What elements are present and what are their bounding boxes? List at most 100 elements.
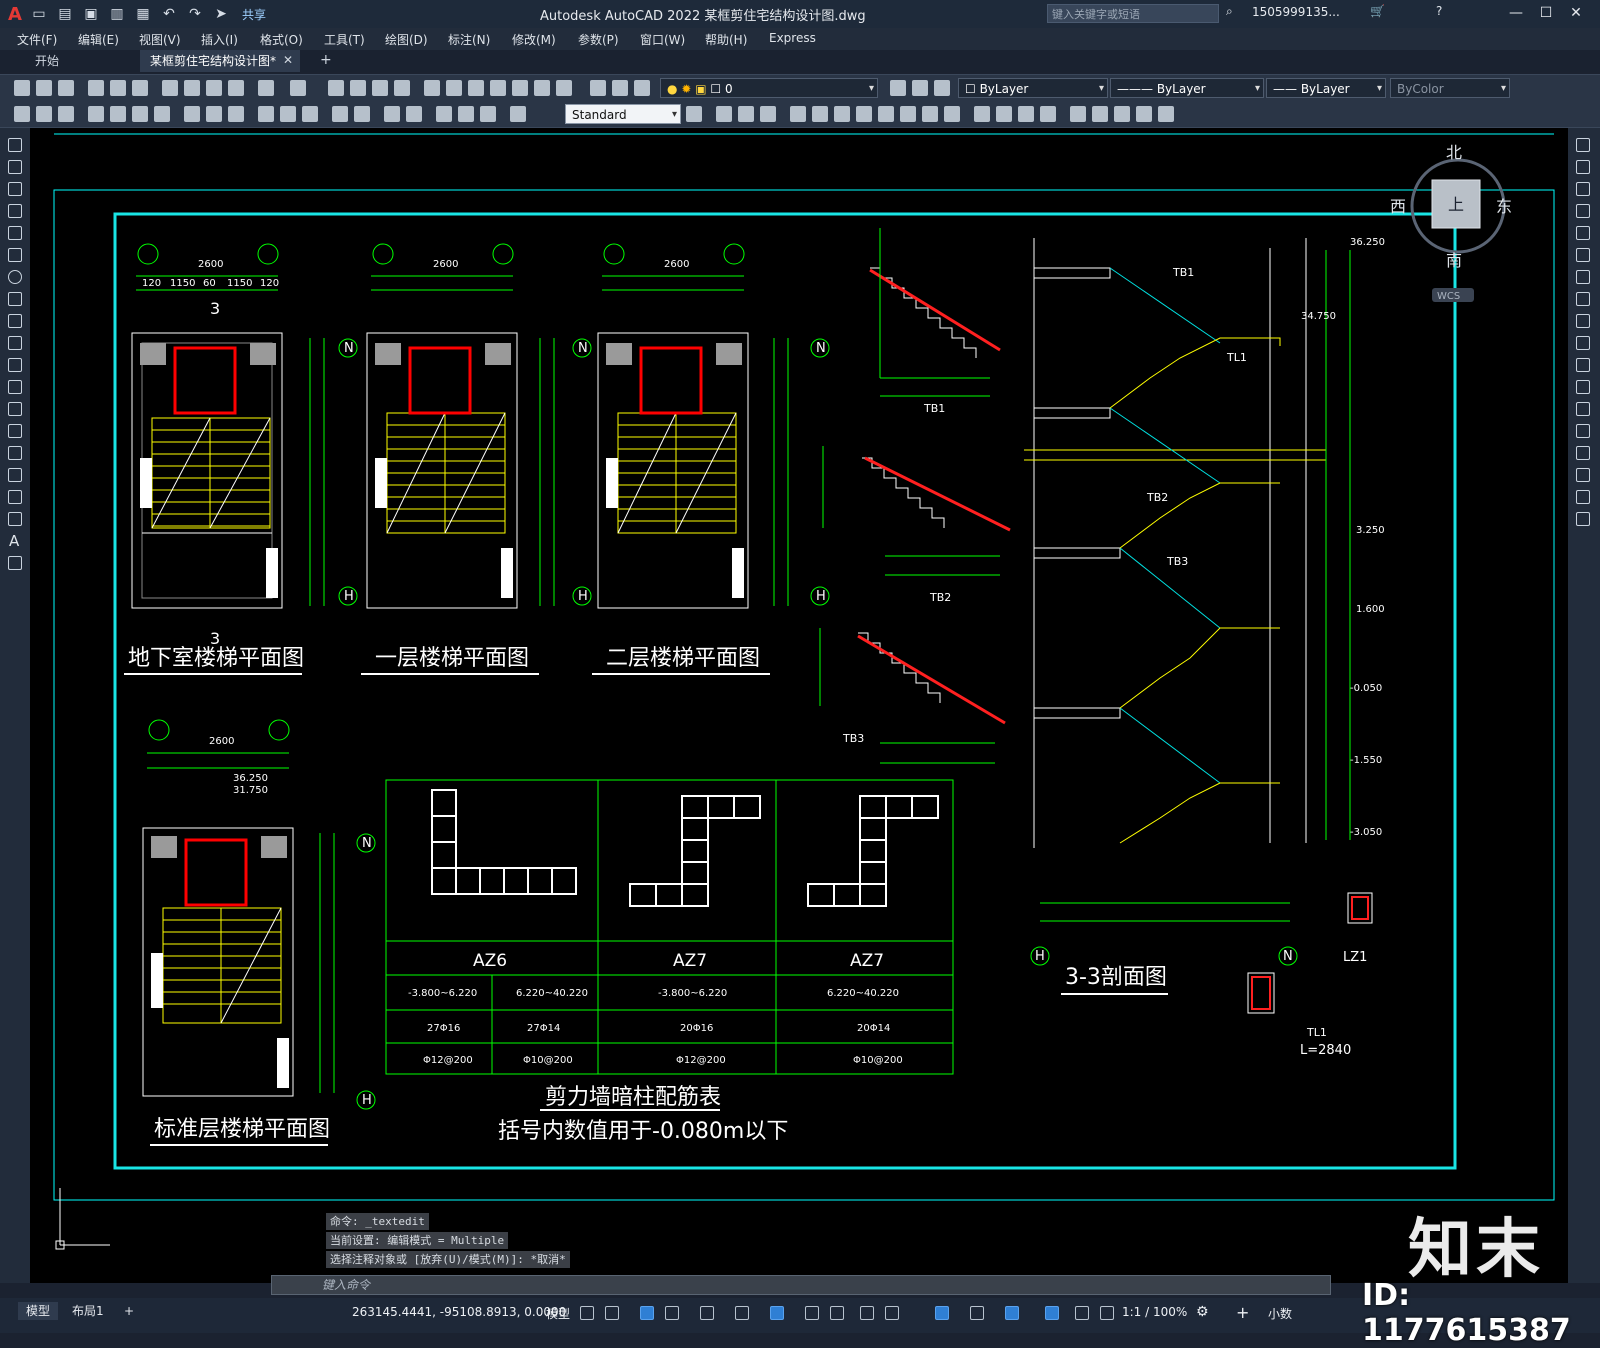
dim-style-icon[interactable] xyxy=(510,106,526,122)
cut-icon[interactable] xyxy=(162,80,178,96)
snap-icon[interactable] xyxy=(605,1306,619,1320)
user-account[interactable]: 1505999135... xyxy=(1252,5,1340,19)
draw-order-icon[interactable] xyxy=(1092,106,1108,122)
break-icon[interactable] xyxy=(1576,402,1590,416)
viewcube-east[interactable]: 东 xyxy=(1496,197,1512,216)
save-as-icon[interactable]: ▥ xyxy=(107,5,127,23)
markup-icon[interactable] xyxy=(512,80,528,96)
save-icon[interactable]: ▣ xyxy=(81,5,101,23)
radius-dim-icon[interactable] xyxy=(110,106,126,122)
construction-line-icon[interactable] xyxy=(8,160,22,174)
viewcube-south[interactable]: 南 xyxy=(1446,251,1462,270)
viewcube-west[interactable]: 西 xyxy=(1390,197,1406,216)
annotation-scale-value[interactable]: 1:1 / 100% xyxy=(1122,1305,1187,1319)
match-properties-icon[interactable] xyxy=(228,80,244,96)
spline-icon[interactable] xyxy=(8,314,22,328)
revision-cloud-icon[interactable] xyxy=(8,292,22,306)
explode-icon[interactable] xyxy=(1576,512,1590,526)
viewcube-north[interactable]: 北 xyxy=(1446,143,1462,162)
polar-icon[interactable] xyxy=(665,1306,679,1320)
linear-dim-icon[interactable] xyxy=(14,106,30,122)
menu-help[interactable]: 帮助(H) xyxy=(705,31,747,48)
make-current-layer-icon[interactable] xyxy=(890,80,906,96)
add-layout-button[interactable]: + xyxy=(116,1302,142,1320)
share-button[interactable]: 共享 xyxy=(242,6,266,23)
arc-length-icon[interactable] xyxy=(58,106,74,122)
polygon-icon[interactable] xyxy=(8,204,22,218)
ordinate-dim-icon[interactable] xyxy=(88,106,104,122)
cart-icon[interactable]: 🛒 xyxy=(1370,4,1385,18)
autocad-logo[interactable]: A xyxy=(8,4,26,25)
menu-view[interactable]: 视图(V) xyxy=(139,31,181,48)
calculator-icon[interactable] xyxy=(534,80,550,96)
tolerance-icon[interactable] xyxy=(332,106,348,122)
dim-break-icon[interactable] xyxy=(302,106,318,122)
modify-extend-icon[interactable] xyxy=(944,106,960,122)
model-space-button[interactable]: 模型 xyxy=(546,1305,570,1322)
aligned-dim-icon[interactable] xyxy=(36,106,52,122)
diameter-dim-icon[interactable] xyxy=(154,106,170,122)
menu-parametric[interactable]: 参数(P) xyxy=(578,31,619,48)
join-icon[interactable] xyxy=(1576,424,1590,438)
ellipse-icon[interactable] xyxy=(8,336,22,350)
paste-icon[interactable] xyxy=(206,80,222,96)
jogged-linear-icon[interactable] xyxy=(406,106,422,122)
selection-filter-icon[interactable] xyxy=(970,1306,984,1320)
menu-tools[interactable]: 工具(T) xyxy=(324,31,365,48)
selection-cycling-icon[interactable] xyxy=(860,1306,874,1320)
modify-array-icon[interactable] xyxy=(812,106,828,122)
undo-icon[interactable]: ↶ xyxy=(159,5,179,23)
ortho-icon[interactable] xyxy=(640,1306,654,1320)
multiline-text-icon[interactable]: A xyxy=(9,532,19,550)
modify-fillet-icon[interactable] xyxy=(1040,106,1056,122)
menu-edit[interactable]: 编辑(E) xyxy=(78,31,119,48)
tab-start[interactable]: 开始 xyxy=(25,50,69,72)
redo-icon[interactable] xyxy=(290,80,306,96)
hatch-icon[interactable] xyxy=(8,446,22,460)
undo-icon[interactable] xyxy=(258,80,274,96)
isodraft-icon[interactable] xyxy=(700,1306,714,1320)
modify-chamfer-icon[interactable] xyxy=(1018,106,1034,122)
pan-icon[interactable] xyxy=(328,80,344,96)
lineweight-icon[interactable] xyxy=(805,1306,819,1320)
plus-icon[interactable]: + xyxy=(1236,1303,1249,1322)
tab-model[interactable]: 模型 xyxy=(18,1302,59,1320)
layer-iso-icon[interactable] xyxy=(934,80,950,96)
lineweight-dropdown[interactable]: —— ByLayer ▾ xyxy=(1266,78,1386,98)
line-icon[interactable] xyxy=(8,138,22,152)
offset-icon[interactable] xyxy=(1576,204,1590,218)
modify-rotate-icon[interactable] xyxy=(856,106,872,122)
modify-scale-icon[interactable] xyxy=(878,106,894,122)
add-selected-icon[interactable] xyxy=(8,556,22,570)
zoom-previous-icon[interactable] xyxy=(394,80,410,96)
dim-update-icon[interactable] xyxy=(480,106,496,122)
point-icon[interactable] xyxy=(8,424,22,438)
close-button[interactable]: ✕ xyxy=(1562,3,1590,23)
copy-icon[interactable] xyxy=(1576,160,1590,174)
dynamic-ucs-icon[interactable] xyxy=(935,1306,949,1320)
open-icon[interactable] xyxy=(36,80,52,96)
menu-dimension[interactable]: 标注(N) xyxy=(448,31,490,48)
zoom-realtime-icon[interactable] xyxy=(350,80,366,96)
new-tab-button[interactable]: + xyxy=(320,52,332,68)
plotstyle-dropdown[interactable]: ByColor ▾ xyxy=(1390,78,1510,98)
modify-break-icon[interactable] xyxy=(974,106,990,122)
share-icon[interactable]: ➤ xyxy=(211,5,231,23)
modify-mirror-icon[interactable] xyxy=(760,106,776,122)
break-at-point-icon[interactable] xyxy=(1576,380,1590,394)
plot-icon[interactable]: ▦ xyxy=(133,5,153,23)
new-icon[interactable] xyxy=(14,80,30,96)
units-button[interactable]: 小数 xyxy=(1268,1305,1292,1322)
auto-scale-icon[interactable] xyxy=(1075,1306,1089,1320)
menu-insert[interactable]: 插入(I) xyxy=(201,31,238,48)
inspect-icon[interactable] xyxy=(384,106,400,122)
modify-join-icon[interactable] xyxy=(996,106,1012,122)
trim-icon[interactable] xyxy=(1576,336,1590,350)
dim-edit-icon[interactable] xyxy=(436,106,452,122)
layer-state-icon[interactable] xyxy=(612,80,628,96)
color-dropdown[interactable]: ☐ ByLayer ▾ xyxy=(958,78,1108,98)
open-file-icon[interactable]: ▤ xyxy=(55,5,75,23)
help-icon[interactable] xyxy=(556,80,572,96)
bring-front-icon[interactable] xyxy=(1114,106,1130,122)
menu-express[interactable]: Express xyxy=(769,31,816,45)
